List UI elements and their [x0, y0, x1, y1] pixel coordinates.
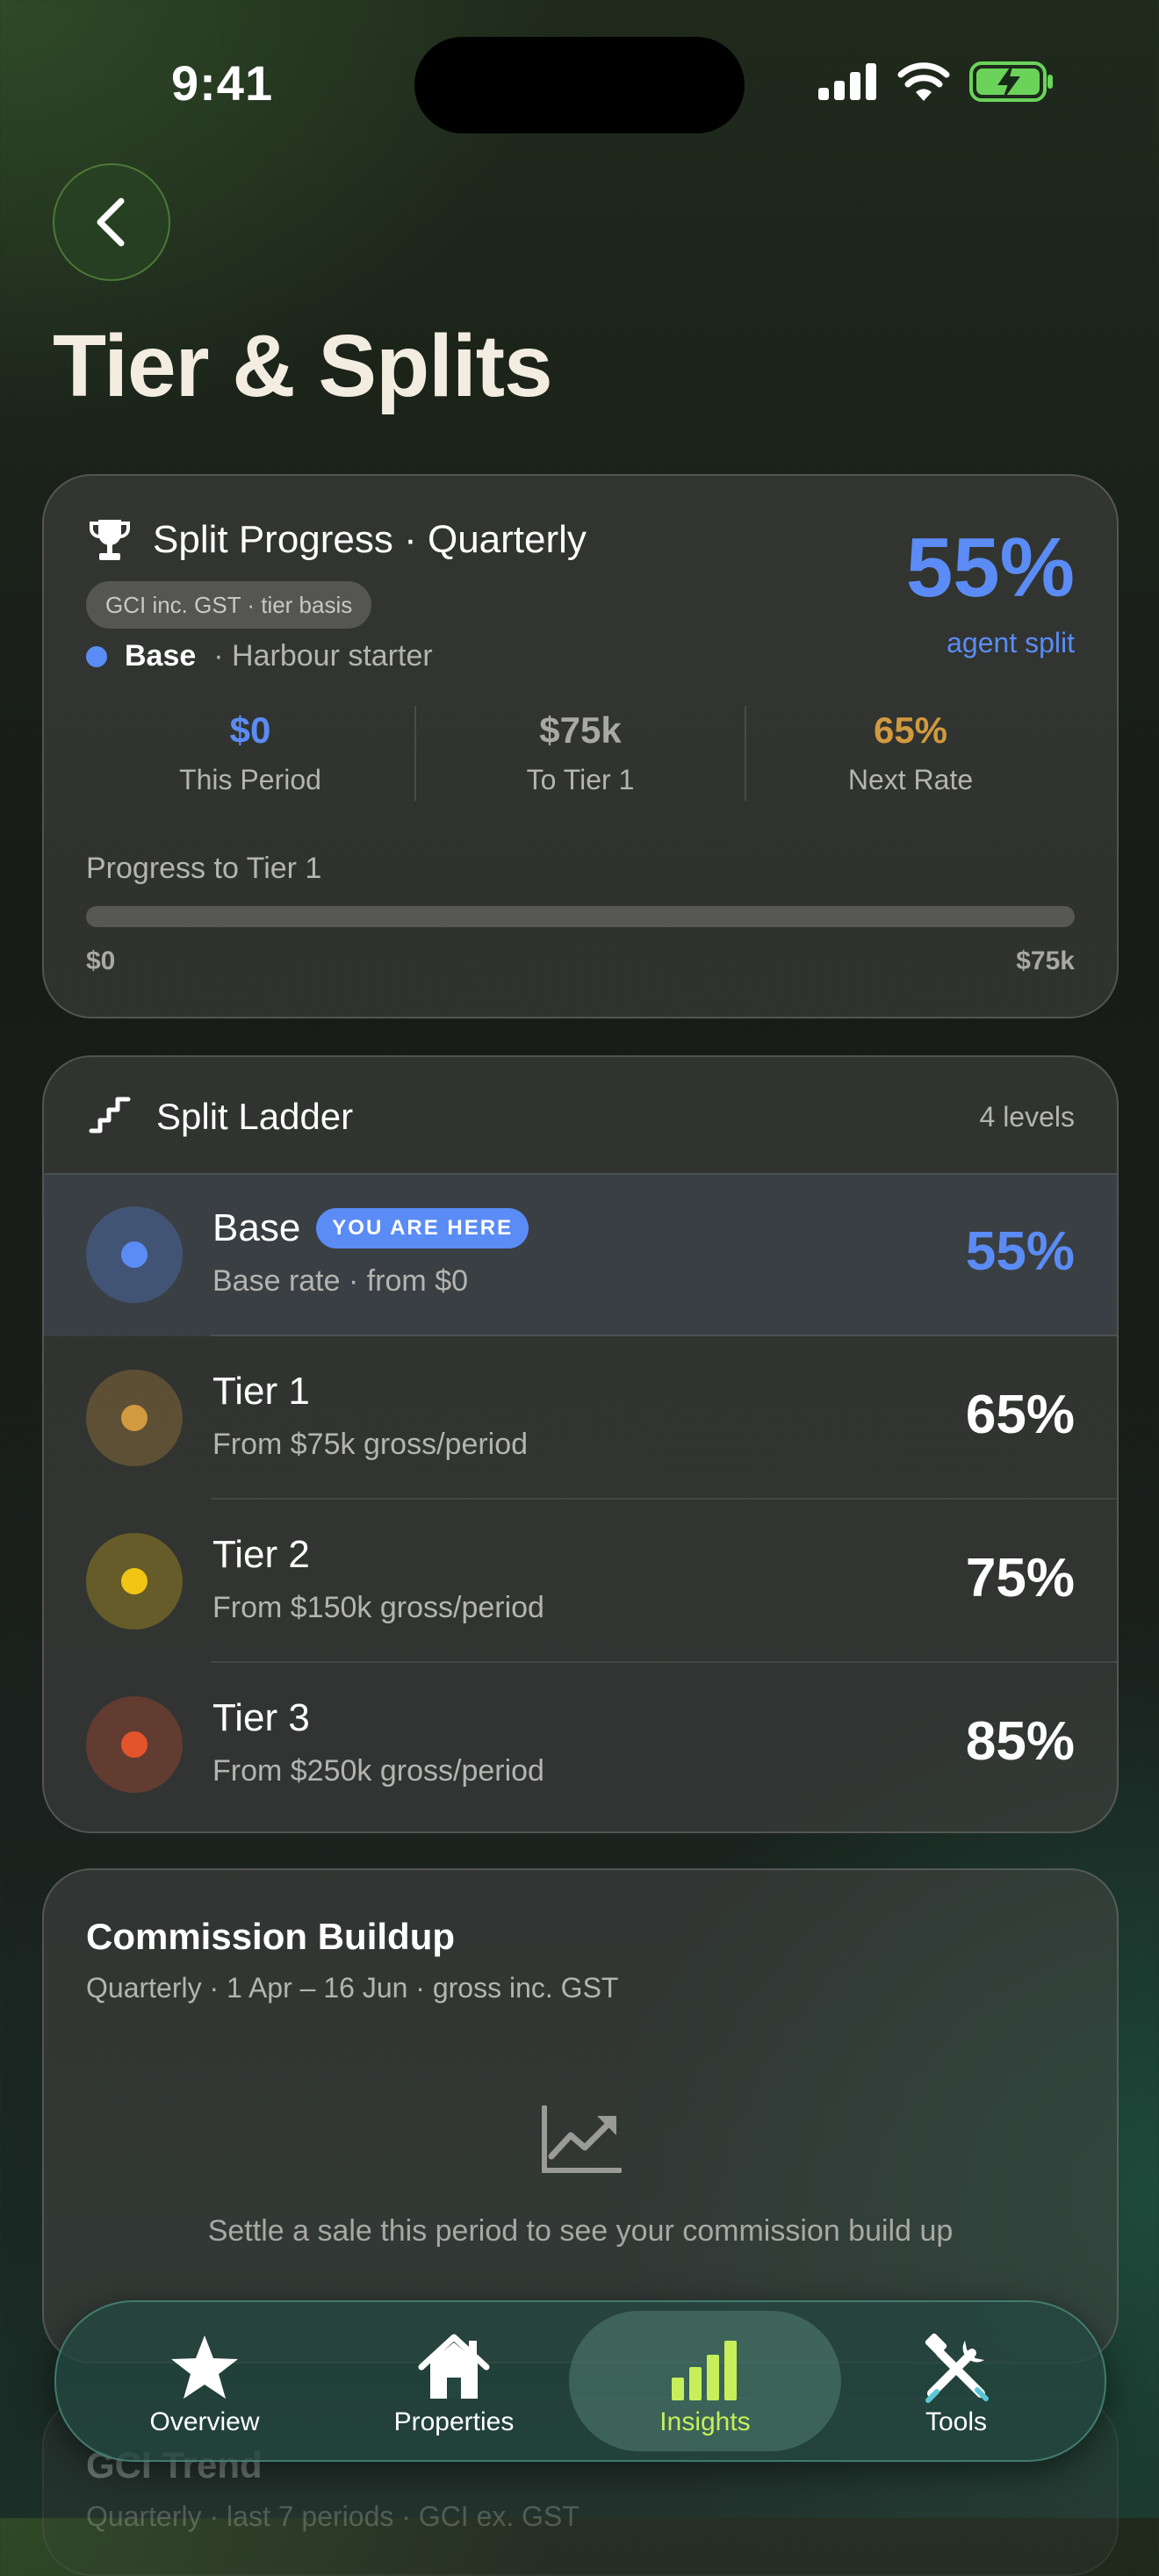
stat-label: Next Rate	[847, 764, 974, 795]
ladder-title: Split Ladder	[156, 1096, 354, 1137]
gci-subtitle: Quarterly · last 7 periods · GCI ex. GST	[86, 2500, 580, 2532]
tier-name: Tier 1	[212, 1370, 310, 1413]
commission-buildup-card: Commission Buildup Quarterly · 1 Apr – 1…	[42, 1868, 1119, 2364]
tier-name: Tier 3	[212, 1696, 310, 1739]
progress-label: Progress to Tier 1	[86, 852, 322, 885]
commission-title: Commission Buildup	[86, 1916, 455, 1957]
back-button[interactable]	[53, 163, 170, 281]
tier-dot	[86, 645, 107, 667]
tier-percent: 65%	[965, 1385, 1075, 1445]
basis-pill: GCI inc. GST · tier basis	[86, 581, 372, 629]
tier-indicator	[86, 1370, 183, 1466]
page-title: Tier & Splits	[53, 317, 553, 415]
tier-dot	[121, 1405, 148, 1431]
tab-label: Overview	[149, 2407, 260, 2436]
ladder-row-tier-3[interactable]: Tier 3 From $250k gross/period 85%	[44, 1663, 1117, 1826]
status-icons	[818, 61, 1054, 102]
tab-label: Tools	[925, 2407, 988, 2436]
tab-icon-wrap	[318, 2332, 590, 2404]
status-time: 9:41	[171, 55, 274, 111]
split-ladder-card: Split Ladder 4 levels Base YOU ARE HERE …	[42, 1055, 1119, 1833]
stat-label: This Period	[179, 764, 321, 795]
current-tier-row: Base · Harbour starter	[86, 639, 433, 673]
ladder-row-tier-1[interactable]: Tier 1 From $75k gross/period 65%	[44, 1336, 1117, 1500]
tier-percent: 55%	[965, 1221, 1075, 1282]
tab-bar: Overview Properties Insights Tools	[54, 2300, 1106, 2462]
ladder-row-base[interactable]: Base YOU ARE HERE Base rate · from $0 55…	[44, 1173, 1117, 1336]
progress-max: $75k	[1016, 946, 1075, 975]
stat-to-tier: $75k To Tier 1	[414, 706, 745, 801]
tier-desc: From $250k gross/period	[212, 1754, 544, 1788]
progress-bar	[86, 906, 1075, 927]
stat-value: 65%	[873, 709, 948, 751]
current-tier-desc: · Harbour starter	[213, 639, 433, 673]
tier-desc: From $75k gross/period	[212, 1428, 529, 1461]
bar-chart-icon	[672, 2341, 737, 2400]
agent-split-label: agent split	[947, 627, 1075, 658]
trending-chart-icon	[542, 2105, 622, 2173]
tab-label: Insights	[659, 2407, 751, 2436]
tab-overview[interactable]: Overview	[68, 2311, 341, 2451]
stat-value: $0	[229, 709, 271, 751]
commission-empty-state: Settle a sale this period to see your co…	[207, 2214, 954, 2248]
stat-this-period: $0 This Period	[86, 706, 414, 801]
agent-split-percent: 55%	[905, 521, 1075, 615]
progress-min: $0	[86, 946, 116, 975]
commission-subtitle: Quarterly · 1 Apr – 16 Jun · gross inc. …	[86, 1972, 619, 2004]
tier-indicator	[86, 1206, 183, 1303]
dynamic-island	[414, 37, 745, 133]
stat-value: $75k	[539, 709, 622, 751]
ladder-count: 4 levels	[979, 1101, 1076, 1133]
tier-desc: From $150k gross/period	[212, 1591, 544, 1624]
tier-percent: 85%	[965, 1711, 1075, 1772]
split-progress-header: Split Progress · Quarterly	[90, 518, 587, 562]
current-tier-name: Base	[125, 639, 197, 673]
stats-row: $0 This Period $75k To Tier 1 65% Next R…	[86, 706, 1075, 801]
tab-tools[interactable]: Tools	[820, 2311, 1092, 2451]
tier-indicator	[86, 1533, 183, 1630]
house-icon	[418, 2334, 490, 2399]
tier-name: Base	[212, 1206, 301, 1249]
tier-desc: Base rate · from $0	[212, 1264, 469, 1298]
you-are-here-badge: YOU ARE HERE	[316, 1208, 529, 1248]
tools-icon	[925, 2333, 989, 2403]
tier-name-row: Tier 2	[212, 1533, 310, 1577]
stat-next-rate: 65% Next Rate	[745, 706, 1075, 801]
tier-name: Tier 2	[212, 1533, 310, 1576]
tier-dot	[121, 1731, 148, 1758]
tier-name-row: Tier 3	[212, 1696, 310, 1740]
tab-icon-wrap	[68, 2332, 341, 2404]
tier-name-row: Tier 1	[212, 1370, 310, 1414]
battery-charging-icon	[969, 61, 1053, 102]
tier-dot	[121, 1241, 148, 1268]
tier-name-row: Base YOU ARE HERE	[212, 1206, 529, 1250]
split-progress-title: Split Progress · Quarterly	[153, 518, 587, 561]
tab-properties[interactable]: Properties	[318, 2311, 590, 2451]
tab-icon-wrap	[569, 2332, 841, 2404]
tab-icon-wrap	[820, 2332, 1092, 2404]
tab-label: Properties	[393, 2407, 515, 2436]
split-progress-card: Split Progress · Quarterly GCI inc. GST …	[42, 474, 1119, 1018]
chevron-left-icon	[97, 198, 125, 247]
tier-percent: 75%	[965, 1548, 1075, 1608]
tab-insights[interactable]: Insights	[569, 2311, 841, 2451]
stat-label: To Tier 1	[526, 764, 635, 795]
ladder-row-tier-2[interactable]: Tier 2 From $150k gross/period 75%	[44, 1500, 1117, 1663]
stairs-icon	[89, 1097, 131, 1133]
cellular-signal-icon	[818, 63, 876, 100]
star-icon	[171, 2335, 238, 2399]
trophy-icon	[90, 520, 130, 560]
ladder-header: Split Ladder 4 levels	[44, 1057, 1117, 1175]
wifi-icon	[897, 62, 950, 101]
tier-dot	[121, 1568, 148, 1594]
tier-indicator	[86, 1696, 183, 1793]
